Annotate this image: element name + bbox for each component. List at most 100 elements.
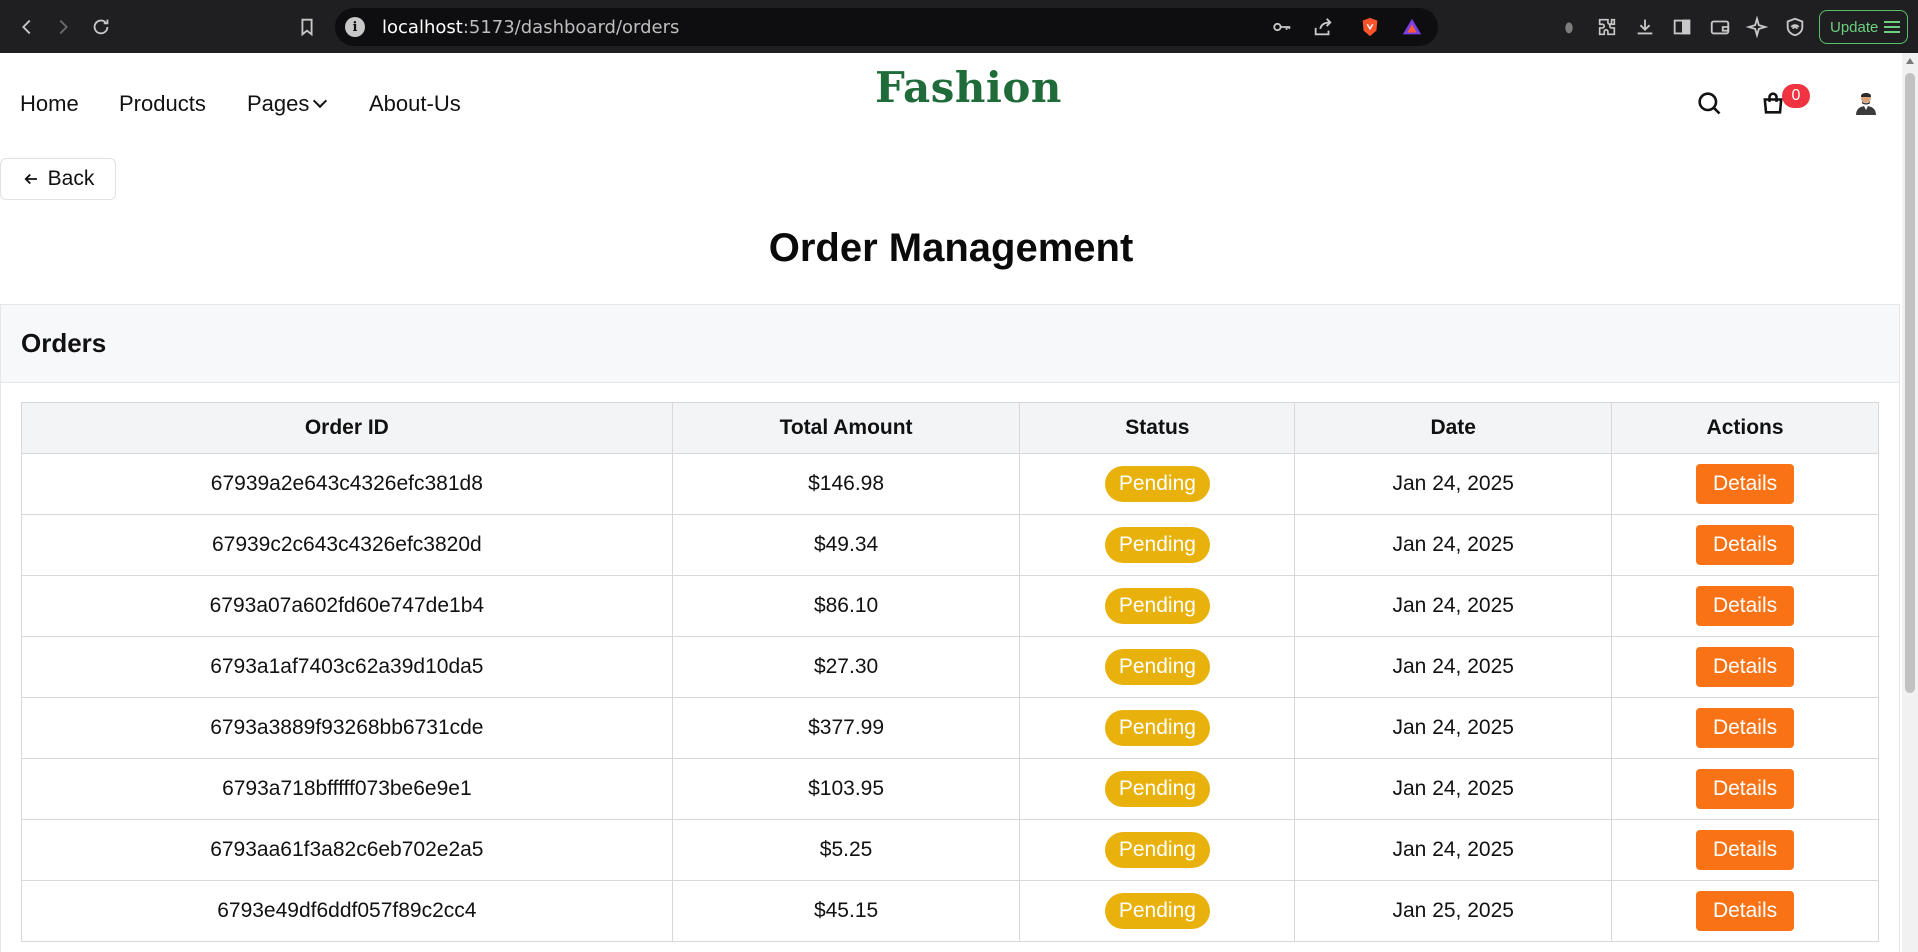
column-header-status: Status [1019,402,1296,454]
table-row: 6793a1af7403c62a39d10da5 $27.30 Pending … [21,636,1879,698]
details-button[interactable]: Details [1696,647,1795,687]
order-id: 67939c2c643c4326efc3820d [21,514,673,576]
order-id: 67939a2e643c4326efc381d8 [21,453,673,515]
share-icon[interactable] [1310,14,1336,40]
back-button[interactable]: Back [0,158,116,200]
nav-link-products[interactable]: Products [119,91,206,117]
browser-toolbar: i localhost:5173/dashboard/orders Update [0,0,1918,53]
table-row: 6793aa61f3a82c6eb702e2a5 $5.25 Pending J… [21,819,1879,881]
leo-ai-icon[interactable] [1744,14,1770,40]
order-status-cell: Pending [1019,880,1296,942]
vpn-shield-icon[interactable] [1782,14,1808,40]
column-header-actions: Actions [1611,402,1879,454]
details-button[interactable]: Details [1696,525,1795,565]
table-row: 6793a718bfffff073be6e9e1 $103.95 Pending… [21,758,1879,820]
search-icon[interactable] [1695,89,1723,117]
page-scrollbar[interactable] [1902,53,1918,952]
orders-table: Order ID Total Amount Status Date Action… [21,402,1879,942]
order-status-cell: Pending [1019,514,1296,576]
page-title: Order Management [768,226,1134,270]
arrow-left-icon [24,173,37,185]
site-logo[interactable]: Fashion [875,63,1062,112]
order-id: 6793e49df6ddf057f89c2cc4 [21,880,673,942]
scroll-up-arrow-icon[interactable] [1906,58,1914,64]
nav-link-pages[interactable]: Pages [247,91,328,117]
bookmark-icon[interactable] [294,14,320,40]
wallet-icon[interactable] [1707,14,1733,40]
orders-card-header: Orders [1,305,1899,383]
status-badge: Pending [1104,771,1210,807]
order-date: Jan 24, 2025 [1294,575,1613,637]
order-actions-cell: Details [1611,514,1879,576]
table-header-row: Order ID Total Amount Status Date Action… [21,402,1879,454]
status-badge: Pending [1104,466,1210,502]
order-actions-cell: Details [1611,880,1879,942]
nav-link-about-us[interactable]: About-Us [369,91,461,117]
order-actions-cell: Details [1611,453,1879,515]
site-navbar: Home Products Pages About-Us Fashion [0,53,1902,151]
nav-link-home[interactable]: Home [20,91,79,117]
details-button[interactable]: Details [1696,891,1795,931]
status-badge: Pending [1104,893,1210,929]
orders-card-title: Orders [21,328,107,358]
back-arrow-icon[interactable] [14,14,40,40]
order-date: Jan 24, 2025 [1294,636,1613,698]
update-label: Update [1830,18,1879,36]
order-date: Jan 25, 2025 [1294,880,1613,942]
scrollbar-thumb[interactable] [1905,73,1915,693]
order-id: 6793a3889f93268bb6731cde [21,697,673,759]
order-actions-cell: Details [1611,575,1879,637]
order-status-cell: Pending [1019,758,1296,820]
column-header-date: Date [1294,402,1613,454]
order-total: $377.99 [671,697,1021,759]
order-status-cell: Pending [1019,697,1296,759]
chevron-down-icon [313,93,328,109]
order-status-cell: Pending [1019,453,1296,515]
order-date: Jan 24, 2025 [1294,453,1613,515]
order-id: 6793a07a602fd60e747de1b4 [21,575,673,637]
brave-rewards-icon[interactable] [1399,14,1425,40]
details-button[interactable]: Details [1696,586,1795,626]
extension-dot-icon[interactable] [1556,14,1582,40]
order-status-cell: Pending [1019,575,1296,637]
order-total: $27.30 [671,636,1021,698]
table-row: 67939a2e643c4326efc381d8 $146.98 Pending… [21,453,1879,515]
details-button[interactable]: Details [1696,464,1795,504]
details-button[interactable]: Details [1696,769,1795,809]
order-status-cell: Pending [1019,636,1296,698]
table-row: 6793a07a602fd60e747de1b4 $86.10 Pending … [21,575,1879,637]
status-badge: Pending [1104,588,1210,624]
address-bar[interactable]: i localhost:5173/dashboard/orders [335,8,1438,46]
order-total: $5.25 [671,819,1021,881]
site-info-icon[interactable]: i [345,17,365,37]
details-button[interactable]: Details [1696,708,1795,748]
order-id: 6793a1af7403c62a39d10da5 [21,636,673,698]
user-avatar-icon[interactable] [1853,89,1879,115]
order-actions-cell: Details [1611,819,1879,881]
order-total: $45.15 [671,880,1021,942]
order-id: 6793aa61f3a82c6eb702e2a5 [21,819,673,881]
reload-icon[interactable] [88,14,114,40]
order-id: 6793a718bfffff073be6e9e1 [21,758,673,820]
menu-icon [1884,18,1901,36]
download-icon[interactable] [1632,14,1658,40]
table-row: 6793a3889f93268bb6731cde $377.99 Pending… [21,697,1879,759]
order-date: Jan 24, 2025 [1294,758,1613,820]
order-date: Jan 24, 2025 [1294,819,1613,881]
cart-count-badge: 0 [1782,84,1810,108]
extensions-puzzle-icon[interactable] [1594,14,1620,40]
sidebar-icon[interactable] [1669,14,1695,40]
status-badge: Pending [1104,527,1210,563]
brave-shield-icon[interactable] [1357,14,1383,40]
status-badge: Pending [1104,710,1210,746]
details-button[interactable]: Details [1696,830,1795,870]
forward-arrow-icon[interactable] [50,14,76,40]
key-icon[interactable] [1269,14,1295,40]
update-button[interactable]: Update [1819,10,1908,44]
order-total: $86.10 [671,575,1021,637]
order-total: $103.95 [671,758,1021,820]
order-actions-cell: Details [1611,636,1879,698]
orders-card: Orders Order ID Total Amount Status Date… [0,304,1900,952]
order-actions-cell: Details [1611,697,1879,759]
order-total: $146.98 [671,453,1021,515]
